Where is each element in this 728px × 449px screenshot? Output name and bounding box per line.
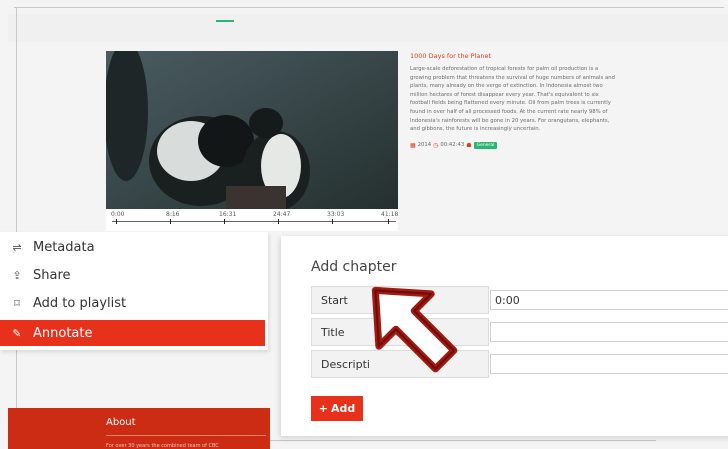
timeline-label: 8:16	[166, 211, 180, 218]
share-icon: ⇪	[12, 268, 22, 282]
add-chapter-button[interactable]: + Add	[311, 396, 363, 421]
clock-icon: ◷	[433, 141, 439, 149]
start-input[interactable]: 0:00	[490, 290, 728, 310]
timeline-label: 16:31	[219, 211, 237, 218]
timeline-label: 33:03	[327, 211, 345, 218]
category-badge[interactable]: General	[473, 141, 498, 149]
description-input[interactable]	[490, 354, 728, 374]
sliders-icon: ⇌	[12, 240, 22, 254]
timeline-tick	[332, 219, 333, 224]
timeline-tick	[278, 219, 279, 224]
pencil-icon: ✎	[12, 326, 22, 340]
pointer-arrow-icon	[371, 286, 458, 373]
video-description: Large-scale deforestation of tropical fo…	[410, 66, 615, 133]
video-player[interactable]	[106, 51, 398, 209]
menu-item-add-to-playlist[interactable]: ⌑ Add to playlist	[0, 290, 265, 316]
outline-frame-top	[14, 7, 724, 8]
menu-item-label: Metadata	[33, 239, 95, 255]
timeline-label: 24:47	[273, 211, 291, 218]
video-frame-image	[106, 51, 398, 209]
timeline-track[interactable]	[112, 221, 396, 222]
video-duration: 00:42:43	[440, 142, 465, 149]
top-header-strip	[8, 14, 728, 42]
video-title: 1000 Days for the Planet	[410, 52, 492, 60]
about-text: For over 30 years the combined team of C…	[106, 443, 219, 449]
title-input[interactable]	[490, 322, 728, 342]
plus-icon: +	[318, 402, 328, 415]
menu-item-share[interactable]: ⇪ Share	[0, 262, 265, 288]
menu-item-label: Add to playlist	[33, 295, 127, 311]
video-info: 1000 Days for the Planet Large-scale def…	[410, 52, 615, 149]
bookmark-icon: ⌑	[14, 296, 20, 310]
calendar-icon: ▦	[410, 141, 416, 149]
about-section: About For over 30 years the combined tea…	[8, 408, 270, 449]
video-actions-menu: ⇌ Metadata ⇪ Share ⌑ Add to playlist ✎ A…	[0, 232, 268, 350]
video-timeline[interactable]: 0:00 8:16 16:31 24:47 33:03 41:18	[106, 209, 398, 231]
timeline-tick	[116, 219, 117, 224]
menu-item-metadata[interactable]: ⇌ Metadata	[0, 234, 265, 260]
header-active-indicator	[216, 20, 234, 22]
timeline-tick	[388, 219, 389, 224]
about-divider	[106, 435, 266, 436]
timeline-label: 41:18	[381, 211, 399, 218]
about-heading: About	[106, 417, 136, 428]
menu-item-label: Annotate	[33, 325, 93, 341]
timeline-label: 0:00	[111, 211, 125, 218]
menu-item-label: Share	[33, 267, 71, 283]
video-year: 2014	[417, 142, 432, 149]
outline-frame-left	[16, 8, 17, 440]
people-icon: ☗	[466, 141, 472, 149]
add-button-label: Add	[330, 402, 356, 415]
timeline-tick	[170, 219, 171, 224]
video-meta: ▦ 2014 ◷ 00:42:43 ☗ General	[410, 141, 615, 149]
add-chapter-panel: Add chapter Start 0:00 Title Descripti +…	[281, 236, 728, 436]
menu-item-annotate[interactable]: ✎ Annotate	[0, 320, 265, 346]
timeline-tick	[224, 219, 225, 224]
